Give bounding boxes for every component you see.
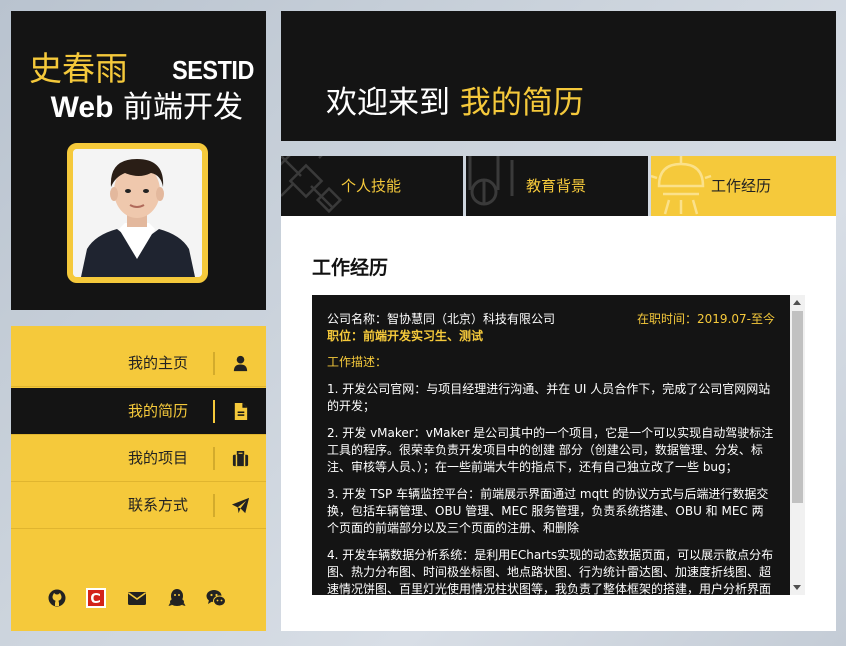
name-row: 史春雨 SESTID [29, 51, 254, 87]
experience-text: 公司名称：智协慧同（北京）科技有限公司 在职时间：2019.07-至今 职位：前… [312, 295, 790, 595]
mail-icon[interactable] [127, 588, 147, 608]
role-en: Web [50, 91, 114, 124]
avatar-photo [73, 149, 202, 277]
nav-item-contact[interactable]: 联系方式 [11, 482, 266, 529]
nav-separator [213, 352, 215, 375]
avatar [67, 143, 208, 283]
briefcase-icon [232, 450, 249, 467]
nav-item-home[interactable]: 我的主页 [11, 340, 266, 387]
social-links [47, 588, 247, 610]
profile-handle: SESTID [172, 55, 254, 85]
tab-label: 工作经历 [711, 177, 772, 195]
tab-skills[interactable]: 个人技能 [281, 156, 463, 216]
welcome-title: 欢迎来到 我的简历 [326, 83, 584, 123]
scroll-up-arrow-icon[interactable] [793, 300, 801, 305]
tab-experience[interactable]: 工作经历 [651, 156, 836, 216]
profile-card: 史春雨 SESTID Web 前端开发 [11, 11, 266, 310]
csdn-icon[interactable] [86, 588, 106, 608]
qq-icon[interactable] [167, 588, 187, 608]
list-item: 2. 开发 vMaker：vMaker 是公司其中的一个项目，它是一个可以实现自… [327, 426, 774, 474]
nav-item-label: 我的主页 [127, 354, 188, 372]
list-item: 1. 开发公司官网：与项目经理进行沟通、并在 UI 人员合作下，完成了公司官网网… [327, 382, 771, 413]
nav-separator [213, 494, 215, 517]
nav-item-resume[interactable]: 我的简历 [11, 388, 266, 435]
company-name: 公司名称：智协慧同（北京）科技有限公司 [327, 312, 556, 326]
scrollbar[interactable] [790, 295, 805, 595]
nav-item-label: 我的项目 [127, 449, 188, 467]
description-title: 工作描述： [327, 355, 388, 369]
paper-plane-icon [231, 497, 250, 514]
sidebar-nav: 我的主页 我的简历 我的项目 联系方式 [11, 326, 266, 631]
nav-item-label: 我的简历 [127, 402, 188, 420]
tab-label: 教育背景 [526, 177, 587, 195]
scrollbar-thumb[interactable] [792, 311, 803, 503]
nav-separator [213, 400, 215, 423]
nav-item-label: 联系方式 [127, 496, 188, 514]
tab-education[interactable]: 教育背景 [466, 156, 648, 216]
profile-name: 史春雨 [29, 49, 128, 88]
job-title: 职位：前端开发实习生、测试 [327, 329, 484, 343]
welcome-prefix: 欢迎来到 [326, 85, 460, 121]
list-item: 3. 开发 TSP 车辆监控平台：前端展示界面通过 mqtt 的协议方式与后端进… [327, 487, 769, 535]
welcome-highlight: 我的简历 [459, 85, 584, 121]
section-heading: 工作经历 [312, 257, 389, 279]
scroll-down-arrow-icon[interactable] [793, 585, 801, 590]
github-icon[interactable] [47, 588, 67, 608]
experience-panel[interactable]: 公司名称：智协慧同（北京）科技有限公司 在职时间：2019.07-至今 职位：前… [312, 295, 805, 595]
content-area: 工作经历 公司名称：智协慧同（北京）科技有限公司 在职时间：2019.07-至今… [281, 216, 836, 631]
employment-period: 在职时间：2019.07-至今 [637, 312, 775, 326]
list-item: 4. 开发车辆数据分析系统：是利用ECharts实现的动态数据页面，可以展示散点… [327, 548, 774, 595]
tab-label: 个人技能 [341, 177, 402, 195]
nav-item-projects[interactable]: 我的项目 [11, 435, 266, 482]
user-icon [233, 355, 248, 372]
nav-separator [213, 447, 215, 470]
wechat-icon[interactable] [206, 588, 226, 608]
profile-role: Web 前端开发 [51, 91, 243, 125]
company-row: 公司名称：智协慧同（北京）科技有限公司 在职时间：2019.07-至今 [327, 311, 775, 328]
role-zh: 前端开发 [113, 90, 243, 125]
document-icon [234, 402, 248, 421]
page-header: 欢迎来到 我的简历 [281, 11, 836, 141]
